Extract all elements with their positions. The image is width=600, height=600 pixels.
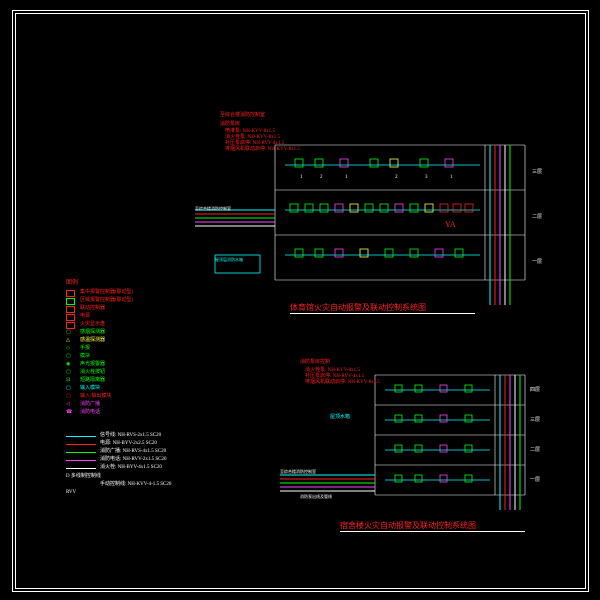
legend-label-14: 消防广播	[80, 402, 100, 408]
cable-label-7: RVV	[66, 490, 76, 496]
cable-label-3: 消防电话: NH-RVV-2x1.5 SC20	[100, 457, 167, 463]
d2-floor-3: 一层	[530, 478, 540, 484]
legend-label-13: 输入/输出模块	[80, 394, 111, 400]
d1-c3-6: 1	[450, 175, 453, 181]
legend-sym-0	[66, 290, 75, 297]
legend-sym-3	[66, 314, 75, 321]
d1-title: 体育馆火灾自动报警及联动控制系统图	[290, 302, 426, 313]
d2-eq-2: 排烟风机联动启停: NH-KVV-8x1.5	[305, 380, 380, 386]
d2-side: 至综合楼消防控制室	[280, 470, 316, 474]
d2-title: 宿舍楼火灾自动报警及联动控制系统图	[340, 520, 476, 531]
legend-label-0: 集中报警控制器(联动型)	[80, 290, 133, 296]
d1-tank: 屋顶层消防水箱	[215, 258, 243, 262]
cable-line-4	[66, 468, 96, 469]
d2-floor-1: 三层	[530, 418, 540, 424]
d2-floor-0: 四层	[530, 388, 540, 394]
d1-eq-2: 补压泵启停: NH-RVV-4x1.5	[225, 141, 284, 147]
d2-side-box: 屋顶水箱	[330, 415, 350, 421]
d2-bottom: 消防泵出线及管线	[300, 495, 332, 499]
legend-label-3: 电源	[80, 314, 90, 320]
cable-label-0: 信号线: NH-RVS-2x1.5 SC20	[100, 433, 161, 439]
legend-label-9: 声光报警器	[80, 362, 105, 368]
legend-label-15: 消防电话	[80, 410, 100, 416]
legend-label-2: 联动控制器	[80, 306, 105, 312]
d1-eq-1: 消火栓泵: NH-KVV-8x1.5	[225, 135, 280, 141]
legend-sym-4	[66, 322, 75, 329]
cable-line-2	[66, 452, 96, 453]
d1-title-underline	[290, 313, 475, 314]
legend-sym-6: △	[66, 338, 70, 344]
d2-title-underline	[340, 531, 525, 532]
legend-sym-15: ☎	[66, 410, 72, 416]
legend-sym-9: ◉	[66, 362, 70, 368]
d2-floor-2: 二层	[530, 448, 540, 454]
legend-sym-2	[66, 306, 75, 313]
d1-c3-4: 2	[395, 175, 398, 181]
legend-label-10: 消火栓按钮	[80, 370, 105, 376]
d1-eq-3: 排烟风机联动启停: NH-KVV-8x1.5	[225, 147, 300, 153]
d1-floor-0: 三层	[532, 170, 542, 176]
legend-header: 图例	[66, 280, 78, 287]
legend-sym-10: ▢	[66, 370, 71, 376]
legend-sym-1	[66, 298, 75, 305]
d1-floor-2: 一层	[532, 260, 542, 266]
d1-c3-1: 2	[320, 175, 323, 181]
cable-label-4: 消火栓: NH-BYV-4x1.5 SC20	[100, 465, 162, 471]
legend-label-11: 短路隔离器	[80, 378, 105, 384]
d2-eq-0: 消火栓泵: NH-KVV-8x1.5	[305, 368, 360, 374]
cable-label-1: 电源: NH-BYV-2x2.5 SC20	[100, 441, 157, 447]
legend-label-1: 区域报警控制器(联动型)	[80, 298, 133, 304]
d1-c3-2: 1	[345, 175, 348, 181]
svg-text:YA: YA	[445, 220, 456, 229]
cable-label-5: D 多线制控制线	[66, 474, 101, 480]
d1-floor-1: 二层	[532, 215, 542, 221]
legend-sym-14: ◁	[66, 402, 70, 408]
cable-label-2: 消防广播: NH-RVS-4x1.5 SC20	[100, 449, 166, 455]
d1-c3-0: 1	[300, 175, 303, 181]
cable-line-3	[66, 460, 96, 461]
legend-label-7: 手报	[80, 346, 90, 352]
d1-side: 至综合楼消防控制室	[195, 207, 231, 211]
cable-line-1	[66, 444, 96, 445]
cable-label-6: 手动控制线: NH-KVV-4-1.5 SC20	[100, 482, 171, 488]
d1-eq-0: 喷淋泵: NH-KVV-8x1.5	[225, 129, 275, 135]
d1-eq-head: 消防泵房	[220, 122, 240, 128]
legend-label-12: 输入模块	[80, 386, 100, 392]
cable-line-0	[66, 436, 96, 437]
legend-label-8: 模块	[80, 354, 90, 360]
legend-label-4: 火灾显示盘	[80, 322, 105, 328]
d2-eq-1: 补压泵启停: NH-RVV-4x1.5	[305, 374, 364, 380]
d2-eq-head: 消防泵房控制	[300, 360, 330, 366]
legend-sym-7: ◇	[66, 346, 70, 352]
legend-label-6: 感温探测器	[80, 338, 105, 344]
legend-sym-13: ▢	[66, 394, 71, 400]
legend-sym-11: SI	[66, 378, 70, 384]
legend-sym-5: ▢	[66, 330, 71, 336]
d1-c3-5: 3	[425, 175, 428, 181]
legend-sym-8: ▢	[66, 354, 71, 360]
d1-header-note: 至综合楼消防控制室	[220, 113, 265, 119]
legend-label-5: 感烟探测器	[80, 330, 105, 336]
legend-sym-12: ▢	[66, 386, 71, 392]
